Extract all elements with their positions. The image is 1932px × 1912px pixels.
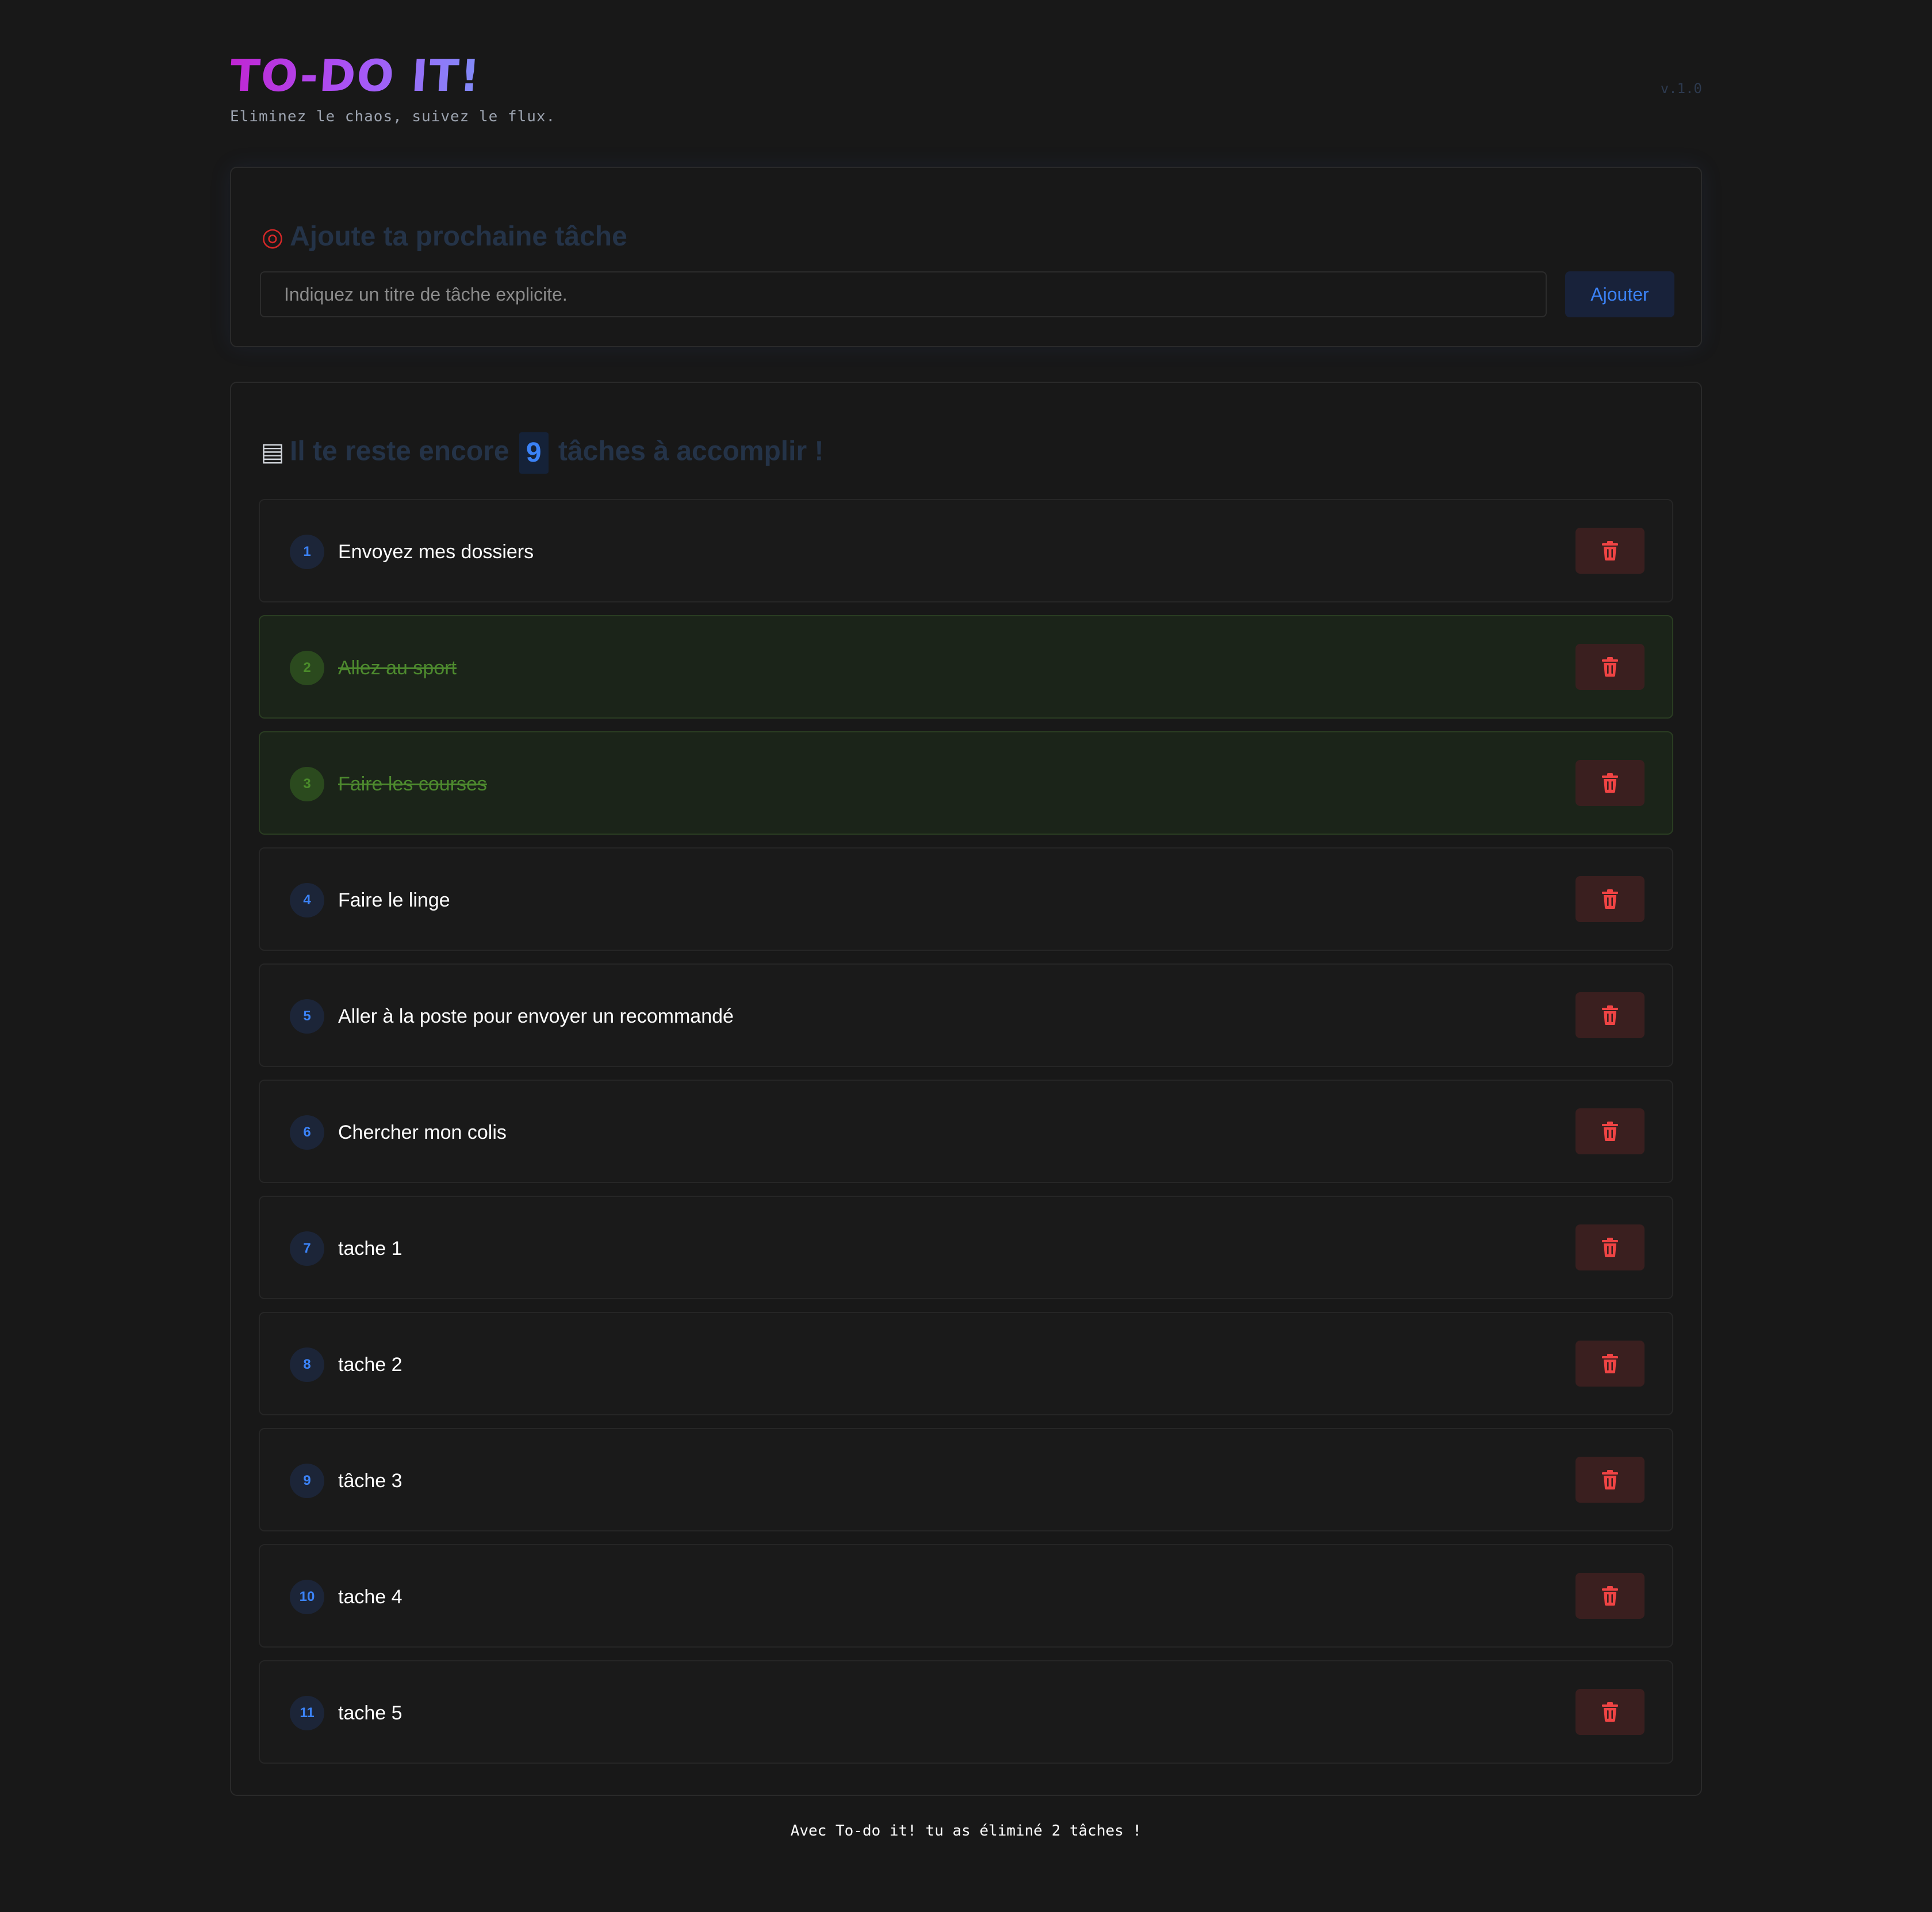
delete-task-button[interactable] (1575, 644, 1644, 690)
app-header: TO-DO IT! Eliminez le chaos, suivez le f… (228, 0, 1702, 167)
task-row[interactable]: 11 tache 5 (259, 1660, 1673, 1764)
task-list: 1 Envoyez mes dossiers 2 Allez au sport (259, 499, 1673, 1776)
task-row[interactable]: 6 Chercher mon colis (259, 1080, 1673, 1183)
task-label[interactable]: Chercher mon colis (338, 1116, 507, 1149)
task-row[interactable]: 5 Aller à la poste pour envoyer un recom… (259, 963, 1673, 1067)
task-title-input[interactable] (260, 271, 1547, 317)
footer-summary: Avec To-do it! tu as éliminé 2 tâches ! (790, 1822, 1142, 1840)
delete-task-button[interactable] (1575, 528, 1644, 574)
trash-icon (1602, 1238, 1618, 1257)
version-label: v.1.0 (1660, 80, 1702, 97)
task-list-card: ▤ Il te reste encore 9 tâches à accomplir… (230, 382, 1702, 1796)
task-label[interactable]: tache 4 (338, 1581, 402, 1613)
task-row[interactable]: 9 tâche 3 (259, 1428, 1673, 1531)
task-row[interactable]: 10 tache 4 (259, 1544, 1673, 1648)
remaining-count-badge: 9 (519, 432, 549, 474)
task-label[interactable]: tache 2 (338, 1349, 402, 1381)
add-task-heading: ◎ Ajoute ta prochaine tâche (259, 220, 627, 255)
task-row[interactable]: 4 Faire le linge (259, 847, 1673, 951)
delete-task-button[interactable] (1575, 876, 1644, 922)
delete-task-button[interactable] (1575, 1108, 1644, 1154)
task-row[interactable]: 3 Faire les courses (259, 731, 1673, 835)
add-task-card: ◎Ajoute ta prochaine tâche Ajouter (230, 167, 1702, 347)
document-icon: ▤ (260, 437, 285, 467)
task-label[interactable]: tache 5 (338, 1697, 402, 1729)
task-row[interactable]: 2 Allez au sport (259, 615, 1673, 719)
trash-icon (1602, 1586, 1618, 1606)
task-label[interactable]: Faire le linge (338, 884, 450, 916)
task-number-badge: 6 (290, 1115, 324, 1150)
task-label[interactable]: tache 1 (338, 1233, 402, 1265)
task-number-badge: 10 (290, 1580, 324, 1614)
dart-target-icon: ◎ (261, 222, 284, 252)
task-row[interactable]: 8 tache 2 (259, 1312, 1673, 1415)
trash-icon (1602, 1470, 1618, 1489)
task-label[interactable]: Aller à la poste pour envoyer un recomma… (338, 1000, 734, 1032)
task-number-badge: 4 (290, 883, 324, 917)
remaining-tasks-heading: ▤ Il te reste encore 9 tâches à accomplir… (259, 432, 823, 474)
task-label[interactable]: Envoyez mes dossiers (338, 536, 534, 568)
task-label[interactable]: Faire les courses (338, 768, 487, 800)
task-row[interactable]: 7 tache 1 (259, 1196, 1673, 1299)
trash-icon (1602, 1702, 1618, 1722)
task-number-badge: 2 (290, 651, 324, 685)
add-task-title: Ajoute ta prochaine tâche (290, 221, 627, 252)
task-number-badge: 9 (290, 1464, 324, 1498)
trash-icon (1602, 1005, 1618, 1025)
app-tagline: Eliminez le chaos, suivez le flux. (230, 108, 556, 125)
delete-task-button[interactable] (1575, 1457, 1644, 1503)
delete-task-button[interactable] (1575, 1573, 1644, 1619)
task-number-badge: 1 (290, 535, 324, 569)
delete-task-button[interactable] (1575, 1224, 1644, 1270)
task-number-badge: 8 (290, 1347, 324, 1382)
task-row[interactable]: 1 Envoyez mes dossiers (259, 499, 1673, 602)
task-number-badge: 11 (290, 1696, 324, 1730)
delete-task-button[interactable] (1575, 1689, 1644, 1735)
trash-icon (1602, 889, 1618, 909)
trash-icon (1602, 657, 1618, 677)
app-container: TO-DO IT! Eliminez le chaos, suivez le f… (228, 0, 1702, 1840)
task-number-badge: 5 (290, 999, 324, 1034)
task-number-badge: 3 (290, 767, 324, 801)
delete-task-button[interactable] (1575, 992, 1644, 1038)
trash-icon (1602, 773, 1618, 793)
delete-task-button[interactable] (1575, 760, 1644, 806)
add-task-button[interactable]: Ajouter (1565, 271, 1674, 317)
trash-icon (1602, 541, 1618, 560)
delete-task-button[interactable] (1575, 1341, 1644, 1387)
task-number-badge: 7 (290, 1231, 324, 1266)
task-label[interactable]: Allez au sport (338, 652, 457, 684)
app-logo: TO-DO IT! (228, 47, 483, 105)
trash-icon (1602, 1122, 1618, 1141)
trash-icon (1602, 1354, 1618, 1373)
remaining-title-after: tâches à accomplir ! (558, 436, 824, 467)
task-label[interactable]: tâche 3 (338, 1465, 402, 1497)
remaining-title-before: Il te reste encore (290, 436, 509, 467)
